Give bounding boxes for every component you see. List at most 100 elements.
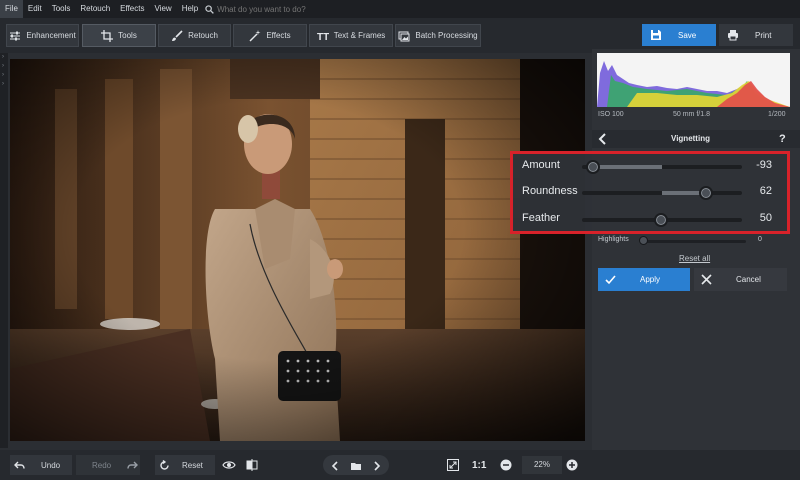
amount-knob[interactable] — [586, 160, 600, 174]
save-button-label: Save — [678, 30, 697, 40]
brush-icon — [172, 29, 183, 41]
search-input[interactable] — [217, 4, 348, 14]
zoom-out-button[interactable] — [500, 455, 516, 475]
tab-effects-label: Effects — [266, 31, 291, 40]
exif-iso: ISO 100 — [598, 111, 624, 118]
file-navigation — [323, 455, 389, 475]
roundness-label: Roundness — [522, 185, 578, 197]
undo-label: Undo — [41, 460, 61, 470]
menu-retouch[interactable]: Retouch — [75, 0, 115, 18]
tab-enhancement[interactable]: Enhancement — [6, 24, 79, 47]
actual-size-button[interactable]: 1:1 — [472, 455, 492, 475]
chevron-left-icon — [331, 461, 338, 471]
amount-value: -93 — [756, 159, 772, 171]
feather-knob[interactable] — [654, 213, 668, 227]
expand-arrow-icon: › — [2, 81, 4, 87]
right-panel — [592, 49, 800, 450]
back-chevron-icon[interactable] — [598, 133, 608, 145]
open-folder-button[interactable] — [350, 459, 362, 471]
close-icon — [701, 274, 712, 285]
roundness-slider[interactable]: Roundness 62 — [514, 182, 784, 206]
minus-circle-icon — [500, 459, 512, 471]
menu-edit[interactable]: Edit — [23, 0, 47, 18]
crop-icon — [101, 29, 114, 42]
text-icon: TT — [317, 32, 329, 42]
tab-text-frames[interactable]: TT Text & Frames — [309, 24, 393, 47]
histogram — [597, 53, 790, 107]
menu-bar: File Edit Tools Retouch Effects View Hel… — [0, 0, 800, 18]
reset-label: Reset — [182, 460, 203, 470]
previous-photo-button[interactable] — [329, 459, 341, 471]
floppy-disk-icon — [651, 30, 661, 40]
next-photo-button[interactable] — [371, 459, 383, 471]
redo-button[interactable]: Redo — [76, 455, 140, 475]
zoom-level[interactable]: 22% — [522, 456, 562, 474]
feather-slider[interactable]: Feather 50 — [514, 209, 784, 233]
apply-button-label: Apply — [640, 275, 661, 284]
save-button[interactable]: Save — [642, 24, 716, 46]
photo-image — [10, 59, 585, 441]
sliders-icon — [10, 31, 21, 40]
undo-icon — [14, 461, 25, 469]
highlights-knob[interactable] — [639, 236, 648, 245]
print-button-label: Print — [755, 30, 772, 40]
panel-title: Vignetting — [671, 134, 710, 143]
cancel-button-label: Cancel — [736, 275, 761, 284]
left-collapsed-panel[interactable]: › › › › — [0, 53, 8, 448]
exif-lens: 50 mm f/1.8 — [673, 111, 710, 118]
amount-slider[interactable]: Amount -93 — [514, 156, 784, 180]
highlights-slider[interactable]: Highlights 0 — [598, 235, 778, 247]
highlights-label: Highlights — [598, 236, 629, 243]
redo-icon — [127, 461, 139, 469]
tab-batch-processing[interactable]: Batch Processing — [395, 24, 481, 47]
svg-text:TT: TT — [317, 32, 329, 42]
tab-tools-label: Tools — [118, 31, 137, 40]
photo-editor-window: File Edit Tools Retouch Effects View Hel… — [0, 0, 800, 480]
roundness-value: 62 — [759, 185, 772, 197]
zoom-in-button[interactable] — [566, 455, 582, 475]
search-icon — [205, 4, 214, 14]
help-icon[interactable]: ? — [779, 133, 786, 145]
highlights-track[interactable] — [642, 240, 746, 243]
checkmark-icon — [605, 275, 616, 285]
compare-toggle[interactable] — [246, 455, 264, 475]
reset-button[interactable]: Reset — [155, 455, 215, 475]
eye-icon — [222, 461, 236, 469]
tab-tools[interactable]: Tools — [82, 24, 156, 47]
apply-button[interactable]: Apply — [598, 268, 690, 291]
printer-icon — [728, 30, 738, 41]
menu-tools[interactable]: Tools — [47, 0, 76, 18]
reset-all-link[interactable]: Reset all — [679, 254, 710, 263]
tab-enhancement-label: Enhancement — [26, 31, 76, 40]
cancel-button[interactable]: Cancel — [694, 268, 787, 291]
menu-view[interactable]: View — [149, 0, 176, 18]
preview-toggle[interactable] — [222, 455, 240, 475]
print-button[interactable]: Print — [719, 24, 793, 46]
histogram-graph — [597, 53, 790, 107]
highlights-value: 0 — [758, 236, 762, 243]
images-icon — [398, 31, 410, 41]
roundness-knob[interactable] — [699, 186, 713, 200]
menu-effects[interactable]: Effects — [115, 0, 149, 18]
exif-shutter: 1/200 — [768, 111, 786, 118]
reset-icon — [160, 459, 169, 470]
feather-label: Feather — [522, 212, 560, 224]
fit-screen-icon — [447, 459, 459, 471]
menu-file[interactable]: File — [0, 0, 23, 18]
chevron-right-icon — [374, 461, 381, 471]
magic-wand-icon — [249, 29, 261, 42]
tab-retouch[interactable]: Retouch — [158, 24, 231, 47]
photo-canvas[interactable] — [10, 59, 585, 441]
tab-retouch-label: Retouch — [188, 31, 218, 40]
undo-button[interactable]: Undo — [10, 455, 72, 475]
tab-effects[interactable]: Effects — [233, 24, 307, 47]
tab-batch-processing-label: Batch Processing — [415, 31, 478, 40]
command-search — [205, 4, 348, 14]
amount-label: Amount — [522, 159, 560, 171]
tab-text-frames-label: Text & Frames — [333, 31, 386, 40]
expand-arrow-icon: › — [2, 63, 4, 69]
amount-fill — [594, 165, 662, 169]
fit-to-screen-button[interactable] — [447, 455, 465, 475]
menu-help[interactable]: Help — [177, 0, 203, 18]
feather-value: 50 — [759, 212, 772, 224]
